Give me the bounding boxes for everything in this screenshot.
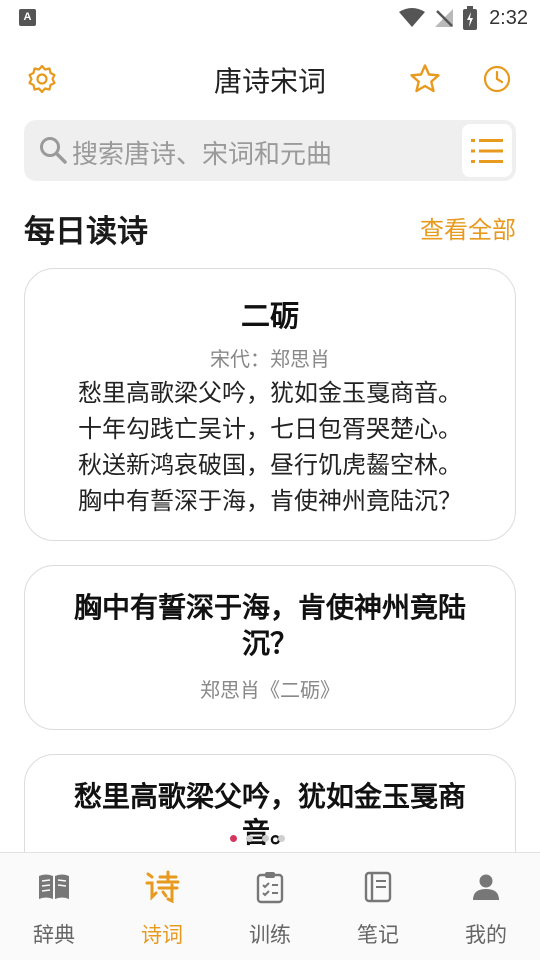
nav-label: 诗词: [141, 923, 183, 947]
app-title: 唐诗宋词: [213, 65, 326, 98]
nav-item-dictionary[interactable]: 辞典: [0, 853, 108, 960]
section-heading: 每日读诗: [24, 214, 148, 250]
nav-label: 辞典: [33, 923, 75, 947]
bottom-navigation: 辞典 诗词 训练 笔记 我的: [0, 852, 540, 960]
view-all-link[interactable]: 查看全部: [420, 210, 516, 245]
clock-icon: [483, 65, 511, 93]
nav-label: 我的: [465, 923, 507, 947]
quote-card[interactable]: 胸中有誓深于海，肯使神州竟陆沉？ 郑思肖《二砺》: [24, 565, 516, 730]
wifi-icon: [399, 8, 426, 27]
search-icon: [40, 137, 67, 164]
status-time: 2:32: [489, 6, 528, 29]
quote-source: 郑思肖《二砺》: [200, 678, 340, 702]
carousel-dot[interactable]: [246, 834, 253, 842]
search-placeholder[interactable]: 搜索唐诗、宋词和元曲: [72, 134, 332, 171]
clipboard-icon: [252, 869, 288, 905]
battery-icon: [463, 6, 478, 30]
app-bar: 唐诗宋词: [0, 50, 540, 108]
poem-title: 二砺: [240, 299, 299, 333]
poem-lines: 愁里高歌梁父吟，犹如金玉戛商音。 十年勾践亡吴计，七日包胥哭楚心。 秋送新鸿哀破…: [25, 375, 515, 519]
status-bar: A 2:32: [0, 0, 540, 36]
daily-poem-card[interactable]: 二砺 宋代：郑思肖 愁里高歌梁父吟，犹如金玉戛商音。 十年勾践亡吴计，七日包胥哭…: [24, 268, 516, 541]
poem-line: 愁里高歌梁父吟，犹如金玉戛商音。: [78, 379, 462, 407]
book-icon: [36, 869, 72, 905]
poem-author: 宋代：郑思肖: [210, 347, 330, 371]
carousel-dot[interactable]: [262, 834, 269, 842]
carousel-dot-active[interactable]: [230, 834, 237, 842]
quote-text: 胸中有誓深于海，肯使神州竟陆沉？: [73, 591, 466, 660]
no-signal-icon: [435, 9, 454, 27]
history-button[interactable]: [480, 62, 514, 96]
poem-icon: [144, 869, 180, 905]
carousel-indicator: [230, 833, 285, 843]
favorites-button[interactable]: [408, 62, 442, 96]
status-icons: 2:32: [399, 4, 528, 32]
nav-item-me[interactable]: 我的: [432, 853, 540, 960]
notebook-icon: [360, 869, 396, 905]
nav-item-notes[interactable]: 笔记: [324, 853, 432, 960]
list-icon: [471, 138, 503, 163]
nav-label: 训练: [249, 923, 291, 947]
app-notification-icon: A: [19, 9, 36, 26]
daily-reading-header: 每日读诗 查看全部: [24, 204, 516, 250]
poem-line: 胸中有誓深于海，肯使神州竟陆沉？: [78, 487, 462, 515]
nav-label: 笔记: [357, 923, 399, 947]
nav-item-poems[interactable]: 诗词: [108, 853, 216, 960]
category-list-button[interactable]: [462, 124, 512, 177]
poem-line: 秋送新鸿哀破国，昼行饥虎齧空林。: [78, 451, 462, 479]
carousel-dot[interactable]: [278, 834, 285, 842]
search-bar[interactable]: 搜索唐诗、宋词和元曲: [24, 120, 516, 181]
star-icon: [410, 64, 440, 93]
nav-item-training[interactable]: 训练: [216, 853, 324, 960]
poem-line: 十年勾践亡吴计，七日包胥哭楚心。: [78, 415, 462, 443]
person-icon: [468, 869, 504, 905]
